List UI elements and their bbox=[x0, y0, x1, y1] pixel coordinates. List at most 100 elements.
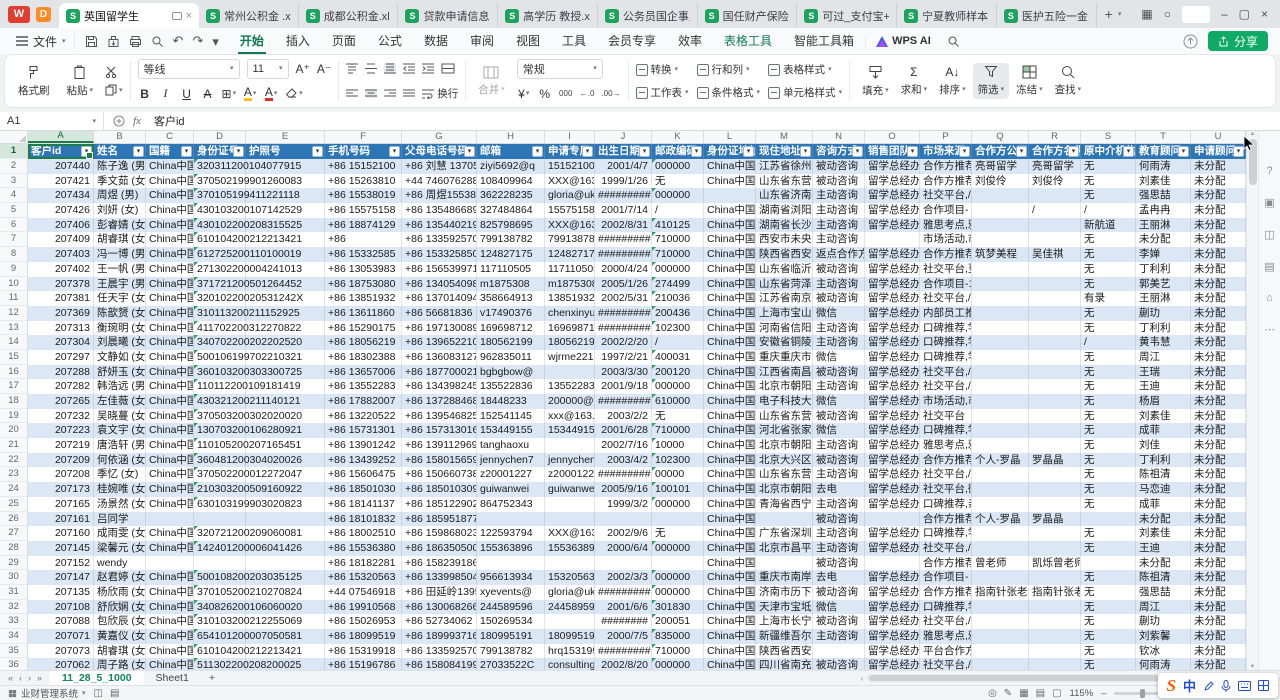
column-letter[interactable]: R bbox=[1029, 131, 1081, 143]
cell[interactable]: 117110505 bbox=[545, 262, 595, 277]
cell[interactable]: 留学总经办 bbox=[865, 218, 920, 233]
cell[interactable]: 安徽省铜陵 bbox=[756, 335, 813, 350]
cell[interactable] bbox=[545, 438, 595, 453]
cell[interactable]: 未分配 bbox=[1191, 203, 1246, 218]
toolbar-button-单元格样式[interactable]: 单元格样式▾ bbox=[768, 83, 842, 102]
row-number[interactable]: 21 bbox=[0, 438, 28, 453]
macro-icon[interactable]: ◎ bbox=[988, 688, 997, 699]
cell[interactable]: +86 18056219 bbox=[325, 335, 402, 350]
menu-tab-插入[interactable]: 插入 bbox=[275, 28, 321, 54]
cell[interactable]: 主动咨询 bbox=[813, 541, 865, 556]
row-number[interactable]: 32 bbox=[0, 600, 28, 615]
cell[interactable]: +86 18182281 bbox=[325, 556, 402, 571]
cell[interactable] bbox=[652, 556, 704, 571]
cell[interactable]: 吴晓蔓 (女 bbox=[94, 409, 146, 424]
cell[interactable]: China中国 bbox=[146, 526, 194, 541]
cell[interactable]: 合作方推荐 bbox=[920, 247, 972, 262]
cell[interactable]: 110112200109181419 bbox=[194, 379, 246, 394]
cell[interactable]: 合作项目-1 bbox=[920, 277, 972, 292]
row-number[interactable]: 7 bbox=[0, 232, 28, 247]
cell[interactable]: 未分配 bbox=[1191, 629, 1246, 644]
cell[interactable]: +86 56681836 bbox=[402, 306, 477, 321]
cell[interactable]: 留学总经办 bbox=[865, 482, 920, 497]
column-letter[interactable]: U bbox=[1191, 131, 1246, 143]
cell[interactable]: 1999/3/2 bbox=[595, 497, 652, 512]
cell[interactable] bbox=[972, 600, 1029, 615]
cell[interactable]: 654101200007050581 bbox=[194, 629, 246, 644]
cell[interactable]: 内部员工推 bbox=[920, 306, 972, 321]
cell[interactable] bbox=[1029, 232, 1081, 247]
cell[interactable]: 未分配 bbox=[1191, 350, 1246, 365]
cell[interactable]: 新疆维吾尔 bbox=[756, 629, 813, 644]
cell[interactable]: 无 bbox=[1081, 526, 1136, 541]
cell[interactable]: 雅思考点,雅 bbox=[920, 218, 972, 233]
cell[interactable]: 留学总经办 bbox=[865, 409, 920, 424]
cell[interactable]: +86 1335925706 bbox=[402, 644, 477, 659]
cell[interactable]: 无 bbox=[1081, 306, 1136, 321]
column-header[interactable]: 邮箱▾ bbox=[477, 144, 545, 159]
cell[interactable]: +86 1339985047 bbox=[402, 570, 477, 585]
筛选-button[interactable]: 筛选▾ bbox=[973, 63, 1010, 99]
cell[interactable]: China中国 bbox=[146, 218, 194, 233]
cell[interactable] bbox=[972, 658, 1029, 670]
cell[interactable]: 钦冰 bbox=[1136, 644, 1191, 659]
cell[interactable]: 无 bbox=[1081, 350, 1136, 365]
cell[interactable]: 被动咨询 bbox=[813, 556, 865, 571]
toolbar-button-行和列[interactable]: 行和列▾ bbox=[697, 60, 761, 79]
cell[interactable]: 无 bbox=[1081, 453, 1136, 468]
cell[interactable]: 710000 bbox=[652, 232, 704, 247]
cell[interactable]: 400031 bbox=[652, 350, 704, 365]
cell[interactable]: 207073 bbox=[28, 644, 94, 659]
cell[interactable]: 周子路 (女 bbox=[94, 658, 146, 670]
cell[interactable]: 000000 bbox=[652, 188, 704, 203]
cell[interactable]: 未分配 bbox=[1191, 306, 1246, 321]
ime-pen-icon[interactable] bbox=[1203, 680, 1214, 692]
cell[interactable] bbox=[1029, 614, 1081, 629]
cell[interactable]: 未分配 bbox=[1191, 365, 1246, 380]
column-header[interactable]: 销售团队▾ bbox=[865, 144, 920, 159]
paste-button[interactable]: 粘贴▾ bbox=[62, 63, 99, 100]
cell[interactable]: 301830 bbox=[652, 600, 704, 615]
cell[interactable] bbox=[1081, 556, 1136, 571]
cell[interactable]: +86 1582391866 bbox=[402, 556, 477, 571]
cell[interactable]: 152541145 bbox=[477, 409, 545, 424]
cell[interactable]: +86 13220522 bbox=[325, 409, 402, 424]
horizontal-scroll-thumb[interactable] bbox=[869, 675, 1161, 681]
filter-button[interactable]: ▾ bbox=[233, 146, 244, 157]
zoom-slider-thumb[interactable] bbox=[1140, 689, 1145, 698]
cell[interactable]: China中国 bbox=[146, 350, 194, 365]
cell[interactable]: +86 bbox=[325, 232, 402, 247]
cell[interactable]: 刘佳 bbox=[1136, 438, 1191, 453]
row-number[interactable]: 12 bbox=[0, 306, 28, 321]
font-color-button[interactable]: A▾ bbox=[264, 87, 278, 101]
cell[interactable]: +86 1850103098 bbox=[402, 482, 477, 497]
search-icon[interactable] bbox=[947, 35, 960, 48]
cell[interactable]: 社交平台,/ bbox=[920, 365, 972, 380]
cell[interactable]: 青海省西宁 bbox=[756, 497, 813, 512]
next-sheet-icon[interactable]: › bbox=[28, 673, 31, 683]
cell[interactable]: 主动咨询 bbox=[813, 321, 865, 336]
cell[interactable]: 未分配 bbox=[1191, 541, 1246, 556]
cell[interactable]: +86 15320563 bbox=[325, 570, 402, 585]
cell[interactable]: 丁利利 bbox=[1136, 453, 1191, 468]
filter-button[interactable]: ▾ bbox=[312, 146, 323, 157]
last-sheet-icon[interactable]: » bbox=[37, 673, 42, 683]
cell[interactable]: +86 15538019 bbox=[325, 188, 402, 203]
cell[interactable]: +86 1580156591 bbox=[402, 453, 477, 468]
求和-button[interactable]: Σ求和▾ bbox=[896, 63, 933, 99]
cell[interactable]: 未分配 bbox=[1191, 526, 1246, 541]
row-number[interactable]: 13 bbox=[0, 321, 28, 336]
cell[interactable]: +86 1340540988 bbox=[402, 277, 477, 292]
cell[interactable] bbox=[972, 350, 1029, 365]
doc-tab[interactable]: S可过_支付宝+_滴滴 bbox=[797, 3, 897, 28]
output-icon[interactable] bbox=[107, 35, 120, 48]
cell[interactable]: 未分配 bbox=[1191, 321, 1246, 336]
cell[interactable]: 合作方推荐 bbox=[920, 556, 972, 571]
help-icon[interactable]: ? bbox=[1266, 165, 1272, 177]
cell[interactable]: 重庆重庆市 bbox=[756, 350, 813, 365]
cell[interactable]: 刘妍 (女) bbox=[94, 203, 146, 218]
zoom-out-button[interactable]: – bbox=[1101, 688, 1106, 699]
cell[interactable]: China中国 bbox=[146, 600, 194, 615]
cell[interactable]: 244589596 bbox=[477, 600, 545, 615]
cell[interactable]: 周江 bbox=[1136, 350, 1191, 365]
